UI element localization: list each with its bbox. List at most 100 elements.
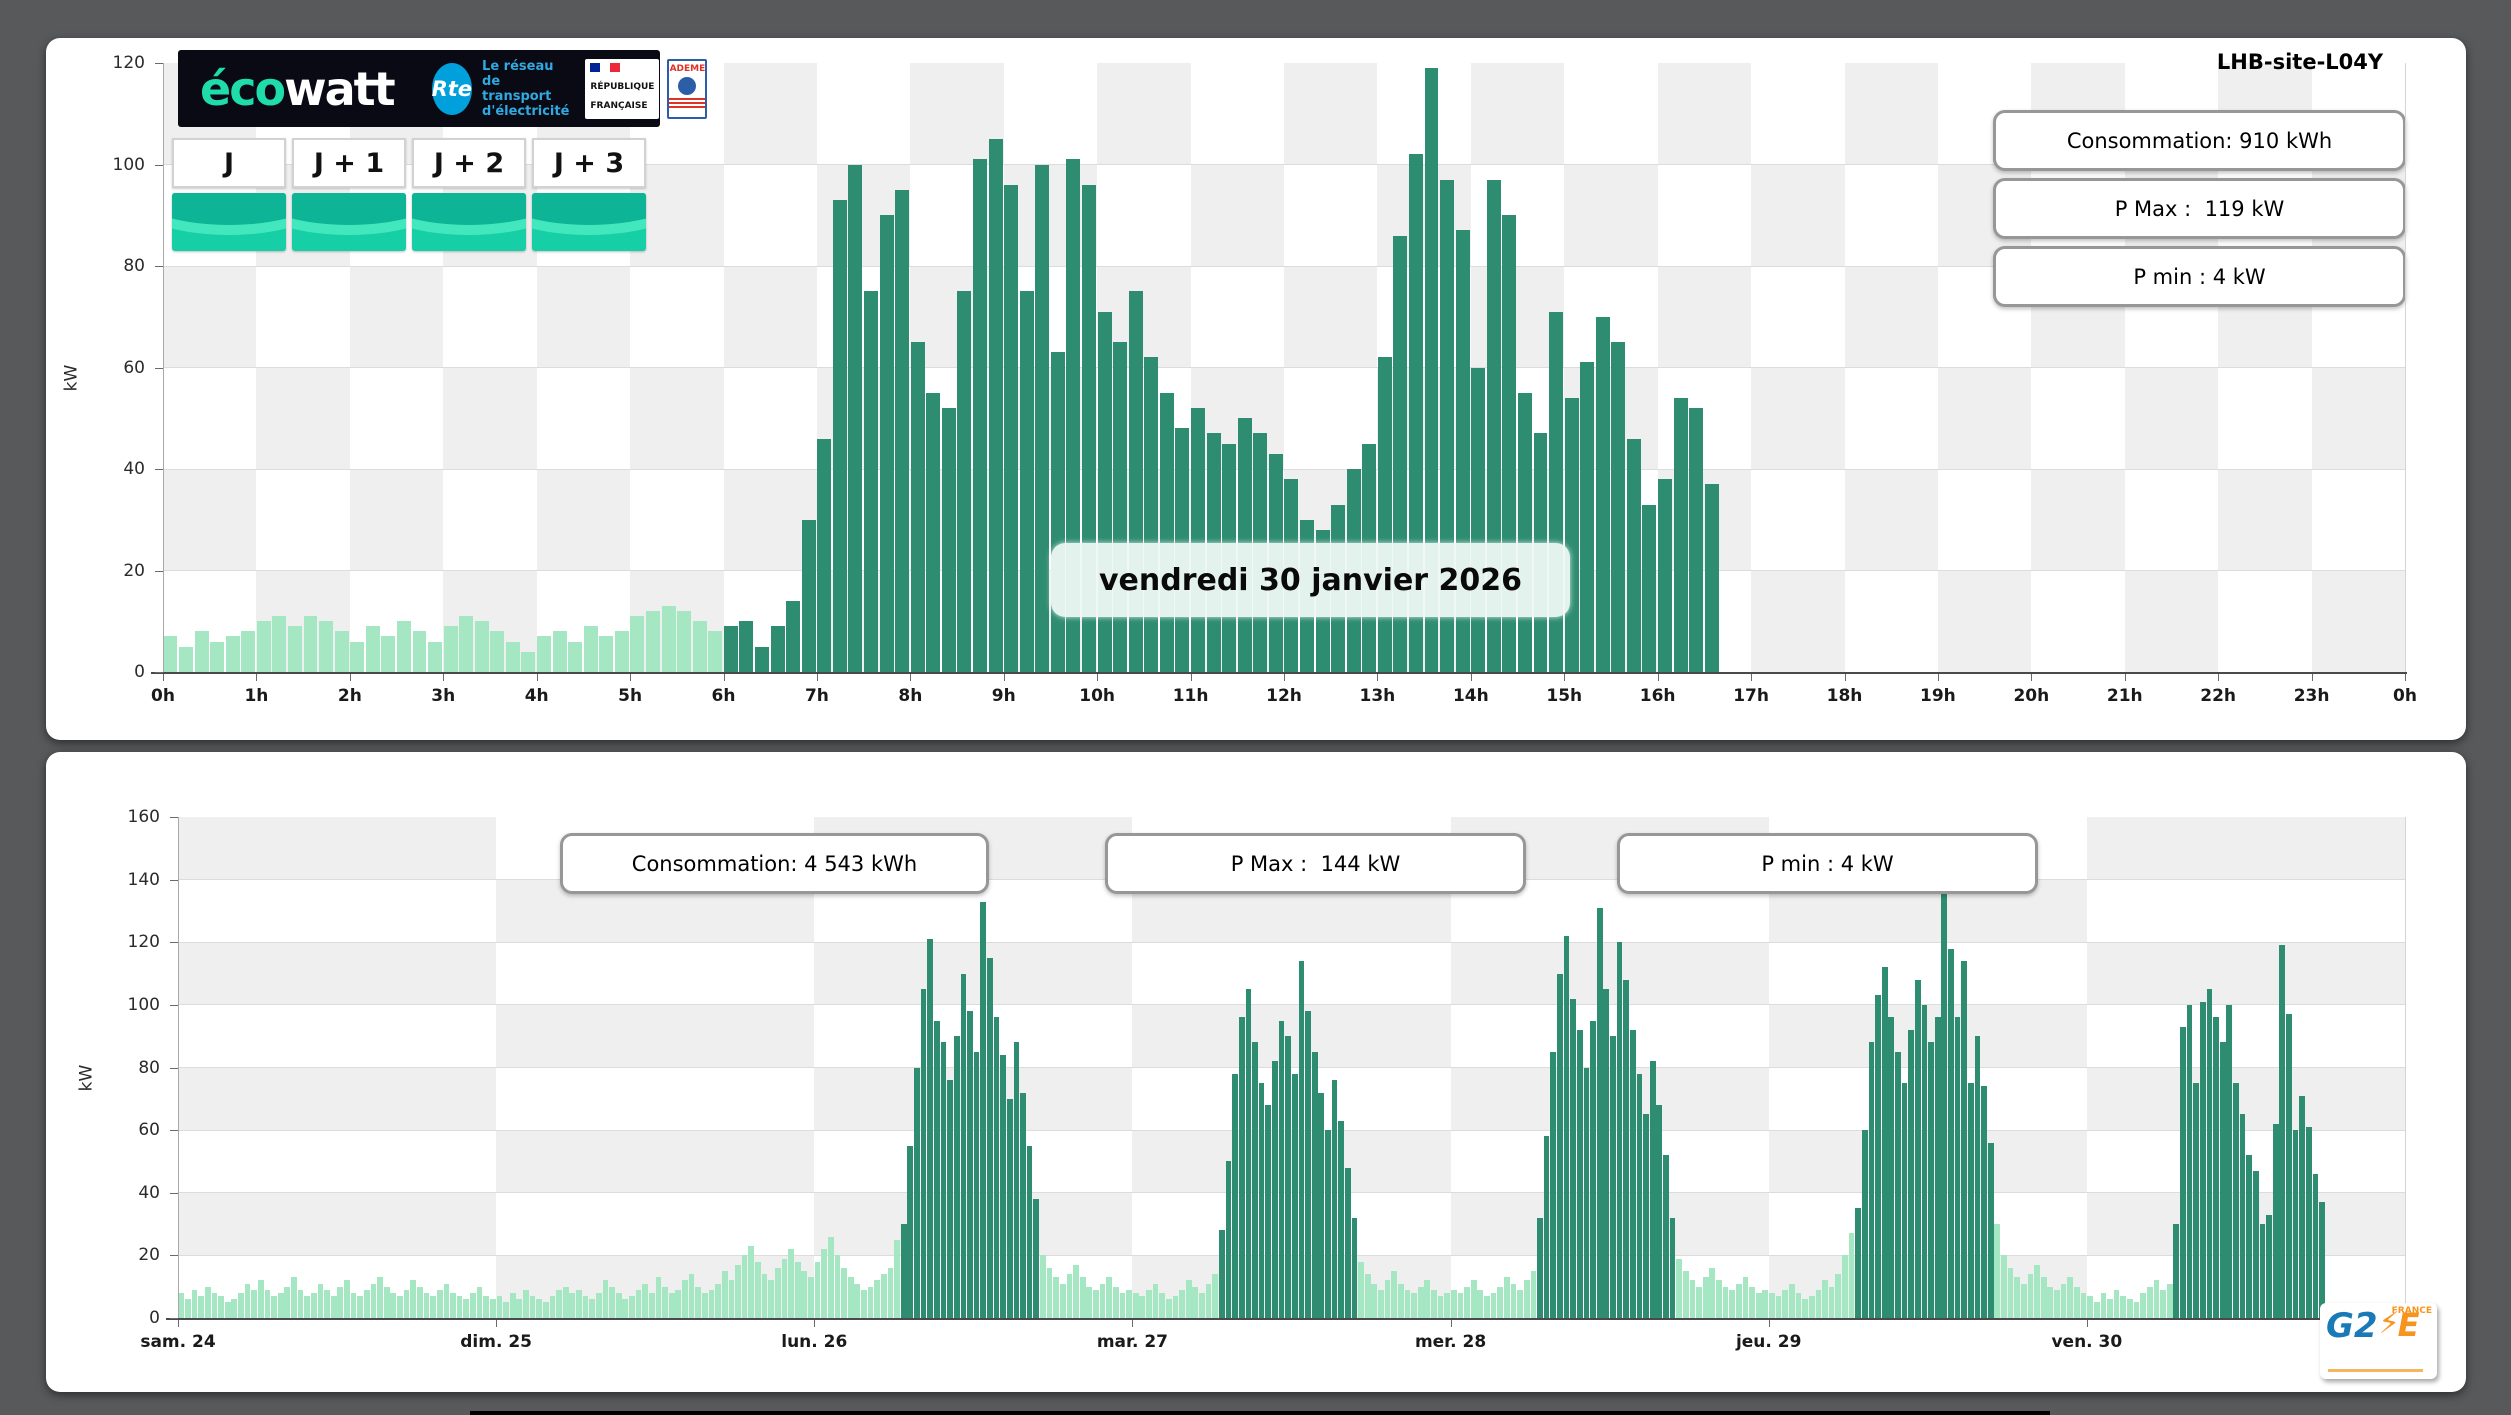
bar	[1696, 1286, 1702, 1318]
bar	[483, 1296, 489, 1318]
bar	[1035, 164, 1050, 672]
bar	[2140, 1292, 2146, 1318]
bar	[2153, 1280, 2160, 1318]
y-tick-label: 80	[138, 1057, 160, 1078]
bar	[848, 164, 863, 672]
forecast-tile-j-label[interactable]: J	[172, 138, 286, 188]
bar	[1245, 989, 1252, 1318]
y-tick-label: 100	[112, 154, 145, 175]
bar	[443, 626, 458, 672]
bar	[231, 1299, 238, 1318]
bar	[1656, 1105, 1663, 1318]
bar	[1682, 1271, 1689, 1318]
bar	[2305, 1127, 2312, 1318]
bar	[682, 1280, 688, 1318]
bar	[973, 159, 987, 672]
bar	[2312, 1173, 2319, 1318]
bar	[1484, 1296, 1490, 1318]
forecast-tile-j1[interactable]: J + 1	[292, 138, 406, 251]
bar	[2001, 1255, 2007, 1318]
bar	[1689, 1280, 1696, 1318]
bar	[1179, 1289, 1185, 1318]
bar	[2014, 1277, 2021, 1318]
y-tick-label: 40	[123, 459, 145, 479]
x-tick-label: lun. 26	[781, 1332, 848, 1352]
bar	[542, 1302, 549, 1318]
y-tick	[170, 1255, 178, 1257]
bar	[629, 1296, 635, 1318]
x-tick-label: 13h	[1359, 686, 1396, 706]
bar	[933, 1020, 940, 1318]
bar	[1364, 1274, 1371, 1318]
bar	[2213, 1017, 2219, 1318]
daily-consumption-box: Consommation: 910 kWh	[1993, 110, 2406, 171]
rte-tagline: Le réseau de transport d'électricité	[482, 58, 570, 119]
bar	[1549, 311, 1564, 672]
x-tick	[723, 674, 725, 681]
forecast-tile-j[interactable]: J	[172, 138, 286, 251]
forecast-tile-j3[interactable]: J + 3	[532, 138, 646, 251]
bar	[1450, 1289, 1457, 1318]
daily-chart-panel: éco watt Rte Le réseau de transport d'éle…	[46, 38, 2466, 740]
x-tick-label: jeu. 29	[1735, 1332, 1802, 1352]
bar	[1351, 1217, 1358, 1318]
forecast-tile-j1-label[interactable]: J + 1	[292, 138, 406, 188]
bar	[1318, 1092, 1325, 1318]
bar	[224, 1302, 231, 1318]
bar	[1338, 1120, 1344, 1318]
forecast-tile-j2[interactable]: J + 2	[412, 138, 526, 251]
bar	[284, 1286, 291, 1318]
bar	[1159, 392, 1174, 672]
bar	[1642, 504, 1657, 672]
bar	[516, 1299, 523, 1318]
bar	[1868, 1042, 1875, 1318]
bar	[1238, 1017, 1245, 1318]
y-tick-label: 40	[138, 1182, 160, 1203]
x-axis	[151, 672, 2407, 674]
bar	[1716, 1280, 1722, 1318]
bar	[609, 1286, 615, 1318]
y-tick	[170, 1318, 178, 1319]
bar	[1702, 1277, 1709, 1318]
bar	[271, 1296, 277, 1318]
bar	[847, 1277, 854, 1318]
bar	[1782, 1289, 1789, 1318]
bar	[1291, 1073, 1298, 1318]
bar	[808, 1277, 814, 1318]
bar	[635, 1289, 642, 1318]
x-tick	[1450, 1320, 1452, 1327]
bar	[163, 636, 178, 672]
bar	[832, 200, 847, 672]
bar	[781, 1258, 788, 1318]
x-tick	[1097, 674, 1099, 681]
x-tick	[496, 1320, 498, 1327]
bar	[1729, 1289, 1736, 1318]
bar	[2127, 1299, 2133, 1318]
bar	[708, 1289, 715, 1318]
y-tick	[170, 817, 178, 818]
y-tick	[155, 367, 163, 369]
forecast-tile-j2-label[interactable]: J + 2	[412, 138, 526, 188]
bar	[646, 611, 661, 672]
bar	[1735, 1283, 1742, 1318]
bar	[1000, 1054, 1006, 1318]
bar	[817, 438, 832, 672]
g2e-tagline-line	[2328, 1369, 2423, 1372]
g2e-france-text: FRANCE	[2391, 1306, 2432, 1316]
bar	[721, 1271, 728, 1318]
bar	[330, 1296, 337, 1318]
x-tick-label: 0h	[151, 686, 175, 706]
bar	[304, 1296, 311, 1318]
bar	[2113, 1289, 2120, 1318]
daily-pmax-box: P Max : 119 kW	[1993, 178, 2406, 239]
bar	[914, 1067, 920, 1318]
bar	[648, 1292, 655, 1318]
bar	[774, 1267, 781, 1318]
bar	[198, 1296, 204, 1318]
bar	[1437, 1296, 1444, 1318]
bar	[536, 1299, 543, 1318]
x-tick	[816, 674, 818, 681]
bar	[988, 139, 1003, 672]
forecast-tile-j3-label[interactable]: J + 3	[532, 138, 646, 188]
bar	[1928, 1042, 1934, 1318]
